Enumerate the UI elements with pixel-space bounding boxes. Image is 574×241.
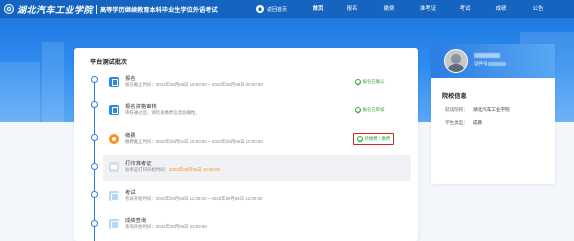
id-number-redacted — [488, 62, 506, 66]
timeline-dot — [91, 163, 98, 170]
timeline-dot — [91, 101, 98, 108]
status-review-approved[interactable]: 报名已审核 — [355, 106, 384, 114]
school-row: 就读院校： 湖北汽车工业学院 — [445, 107, 510, 113]
nav-payment[interactable]: 缴费 — [384, 0, 395, 18]
step-desc: 缴费截止时间：2023年09月01日 16:00:00 ~ 2023年09月06… — [125, 139, 263, 144]
status-label: 报名已确认 — [362, 79, 385, 84]
back-home-label: 返回首页 — [267, 6, 288, 13]
check-circle-icon — [357, 136, 363, 142]
pay-now-button[interactable]: 待缴费 / 缴费 — [353, 133, 395, 145]
school-name: 湖北汽车工业学院 — [17, 5, 94, 16]
batch-title: 平台测试批次 — [90, 59, 128, 66]
timeline-dot — [91, 76, 98, 83]
print-ticket-icon — [109, 162, 119, 172]
step-print-ticket: 打印准考证 准考证打印开始时间：2023年09月06日 10:00:00 — [103, 155, 411, 181]
step-register: 报名 报名截止时间：2023年09月05日 16:00:00 ~ 2023年09… — [103, 70, 411, 96]
school-info-title: 院校信息 — [442, 93, 467, 100]
step-desc: 报名截止时间：2023年09月05日 16:00:00 ~ 2023年09月08… — [125, 82, 263, 87]
timeline-dot — [91, 220, 98, 227]
type-value: 成教 — [472, 120, 483, 125]
brand-divider — [96, 4, 98, 14]
nav-announcement[interactable]: 公告 — [533, 0, 544, 18]
timeline-dot — [91, 134, 98, 141]
step-title: 成绩查询 — [125, 218, 147, 224]
step-title: 报名 — [125, 76, 136, 82]
student-name-redacted — [474, 53, 500, 58]
step-desc: 查询开始时间：2023年09月06日 23:59:59 — [125, 224, 207, 229]
batch-progress-card: 平台测试批次 报名 报名截止时间：2023年09月05日 16:00:00 ~ … — [74, 48, 418, 241]
system-title: 高等学历继续教育本科毕业生学位外语考试 — [100, 6, 218, 14]
step-exam: 考试 考试开始时间：2023年09月06日 11:00:00 ~ 2023年09… — [103, 184, 411, 210]
step-review: 报名资格审核 审核通过后，请检查缴费信息准确性。 报名已审核 — [103, 98, 411, 124]
score-icon — [109, 219, 119, 229]
banner-building — [42, 42, 64, 122]
status-label: 待缴费 / 缴费 — [364, 136, 391, 141]
review-icon — [109, 105, 119, 115]
status-label: 报名已审核 — [362, 107, 385, 112]
type-label: 学生类型： — [445, 120, 468, 125]
step-score: 成绩查询 查询开始时间：2023年09月06日 23:59:59 — [103, 212, 411, 238]
back-home-link[interactable]: 返回首页 — [256, 4, 287, 14]
school-label: 就读院校： — [445, 107, 468, 112]
banner-building — [0, 62, 40, 122]
nav-score[interactable]: 成绩 — [496, 0, 507, 18]
student-info-card: 证件号 院校信息 就读院校： 湖北汽车工业学院 学生类型： 成教 — [431, 44, 555, 184]
desc-highlight: 2023年09月06日 10:00:00 — [168, 167, 220, 172]
register-icon — [109, 77, 119, 87]
top-nav-bar: 湖北汽车工业学院 高等学历继续教育本科毕业生学位外语考试 返回首页 首页 报名 … — [0, 0, 574, 18]
school-value: 湖北汽车工业学院 — [472, 107, 510, 112]
site-logo[interactable]: 湖北汽车工业学院 高等学历继续教育本科毕业生学位外语考试 — [4, 3, 218, 16]
payment-icon — [109, 134, 119, 144]
id-label: 证件号 — [474, 61, 488, 66]
avatar[interactable] — [444, 49, 468, 73]
nav-exam[interactable]: 考试 — [460, 0, 471, 18]
step-title: 缴费 — [125, 133, 136, 139]
step-desc: 考试开始时间：2023年09月06日 11:00:00 ~ 2023年09月06… — [125, 196, 263, 201]
nav-admission-ticket[interactable]: 准考证 — [420, 0, 436, 18]
home-icon — [256, 5, 264, 13]
step-title: 考试 — [125, 190, 136, 196]
nav-home[interactable]: 首页 — [313, 0, 324, 18]
step-desc: 审核通过后，请检查缴费信息准确性。 — [125, 110, 200, 115]
school-seal-icon — [4, 4, 14, 14]
profile-header: 证件号 — [431, 44, 555, 78]
step-title: 报名资格审核 — [125, 104, 157, 110]
timeline-dot — [91, 191, 98, 198]
check-circle-icon — [355, 79, 361, 85]
exam-icon — [109, 191, 119, 201]
step-payment: 缴费 缴费截止时间：2023年09月01日 16:00:00 ~ 2023年09… — [103, 127, 411, 153]
status-register-confirmed[interactable]: 报名已确认 — [355, 78, 384, 86]
step-title: 打印准考证 — [125, 161, 152, 167]
desc-prefix: 准考证打印开始时间： — [125, 167, 169, 172]
student-type-row: 学生类型： 成教 — [445, 120, 482, 126]
step-desc: 准考证打印开始时间：2023年09月06日 10:00:00 — [125, 167, 220, 173]
nav-register[interactable]: 报名 — [347, 0, 358, 18]
check-circle-icon — [355, 107, 361, 113]
